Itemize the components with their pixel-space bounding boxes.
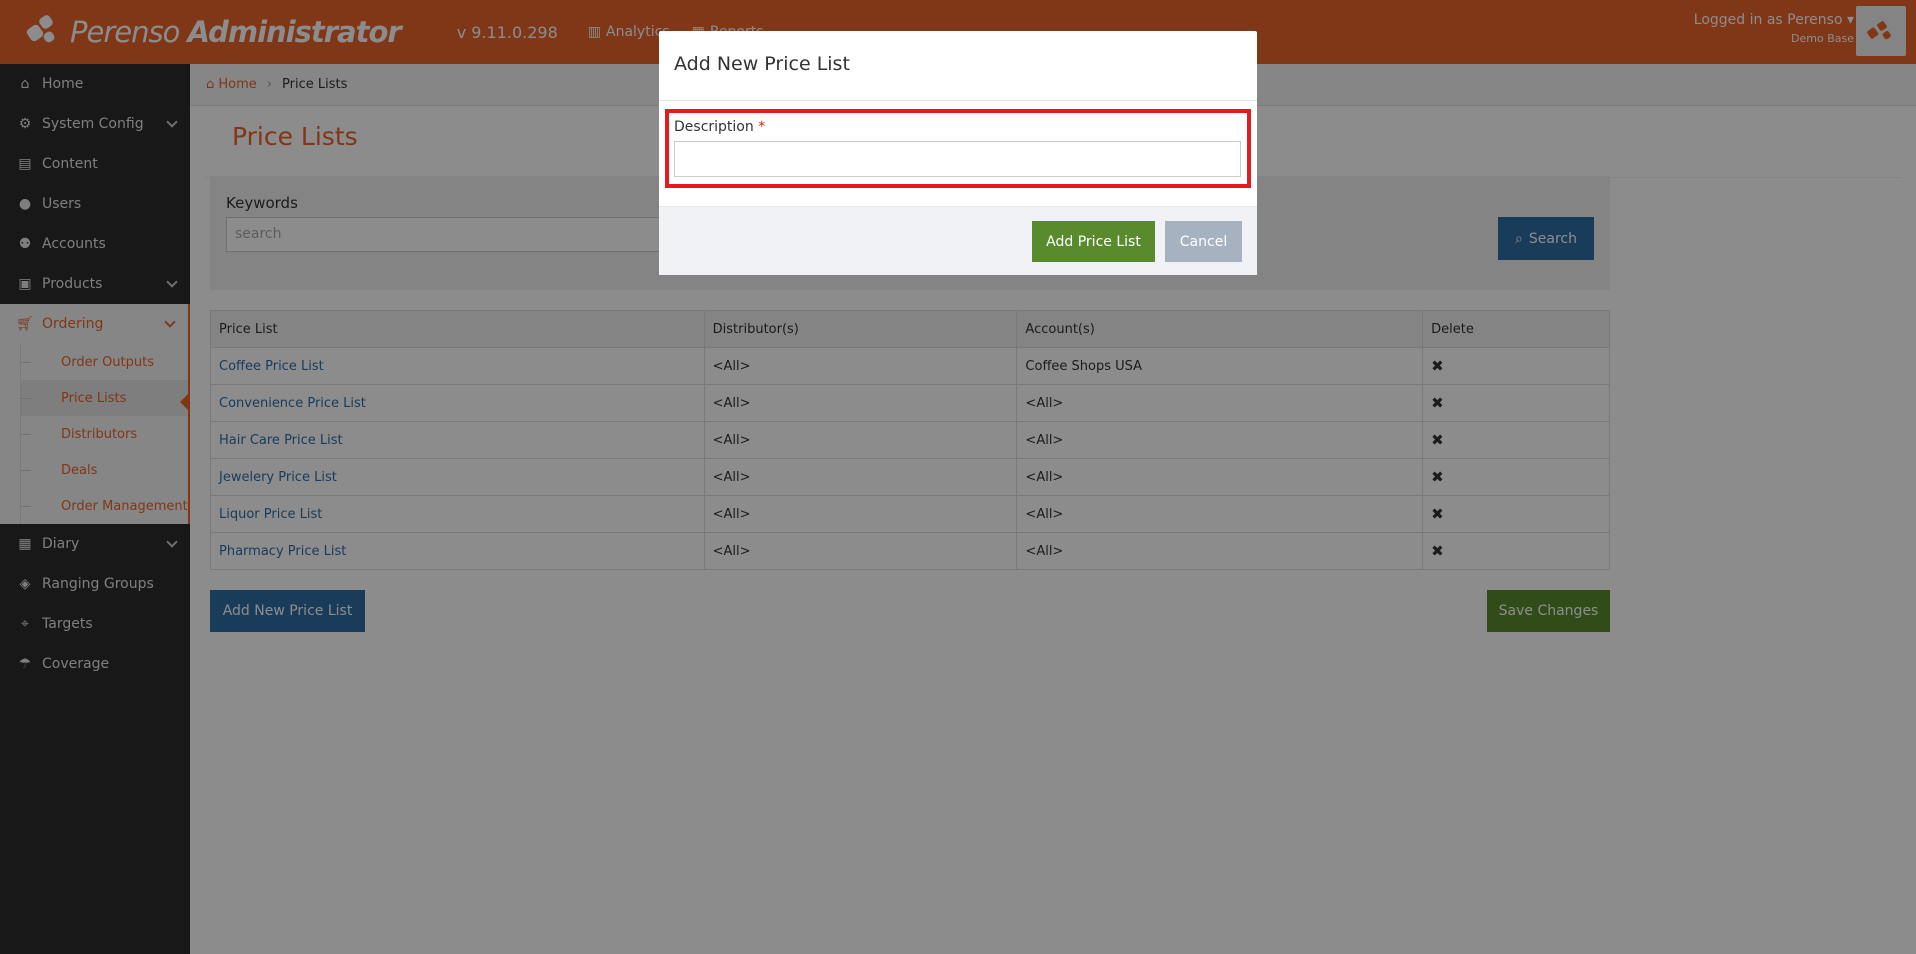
cancel-button[interactable]: Cancel bbox=[1165, 221, 1242, 262]
description-label-text: Description bbox=[674, 119, 754, 135]
add-price-list-button[interactable]: Add Price List bbox=[1032, 221, 1155, 262]
add-price-list-dialog: Add New Price List Description * Add Pri… bbox=[659, 31, 1257, 275]
dialog-footer: Add Price List Cancel bbox=[659, 206, 1257, 275]
dialog-title: Add New Price List bbox=[659, 31, 1257, 101]
description-input[interactable] bbox=[674, 141, 1241, 177]
required-marker: * bbox=[758, 119, 766, 135]
description-label: Description * bbox=[674, 119, 765, 135]
